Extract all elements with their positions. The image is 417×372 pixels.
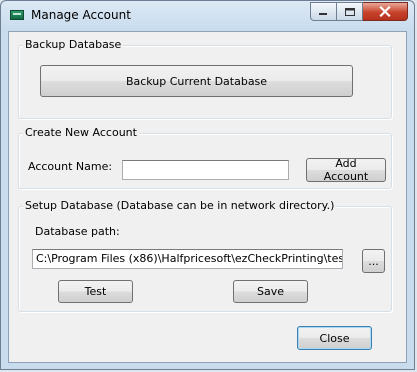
minimize-button[interactable]	[310, 2, 337, 21]
close-icon	[379, 6, 391, 17]
test-button[interactable]: Test	[58, 280, 133, 303]
backup-database-group-title: Backup Database	[23, 38, 124, 52]
backup-database-group: Backup Database Backup Current Database	[18, 38, 392, 119]
window-close-button[interactable]	[363, 2, 408, 21]
manage-account-window: Manage Account Backup Database Backup Cu…	[0, 0, 415, 370]
maximize-icon	[344, 7, 355, 16]
save-button[interactable]: Save	[233, 280, 308, 303]
create-new-account-group-title: Create New Account	[23, 126, 139, 140]
database-path-input[interactable]: C:\Program Files (x86)\Halfpricesoft\ezC…	[32, 249, 343, 269]
title-bar[interactable]: Manage Account	[1, 1, 414, 31]
setup-database-group-title: Setup Database (Database can be in netwo…	[23, 199, 337, 213]
browse-button[interactable]: ...	[362, 249, 385, 273]
window-title: Manage Account	[31, 8, 131, 22]
close-button[interactable]: Close	[297, 326, 372, 350]
app-icon	[10, 10, 24, 20]
account-name-label: Account Name:	[28, 160, 113, 173]
caption-buttons	[310, 2, 408, 22]
database-path-label: Database path:	[35, 225, 120, 238]
create-new-account-group: Create New Account Account Name: Add Acc…	[18, 126, 392, 189]
setup-database-group: Setup Database (Database can be in netwo…	[18, 199, 392, 312]
add-account-button[interactable]: Add Account	[306, 157, 386, 183]
dialog-client-area: Backup Database Backup Current Database …	[8, 31, 407, 363]
account-name-input[interactable]	[122, 160, 289, 180]
backup-current-database-button[interactable]: Backup Current Database	[40, 65, 353, 97]
minimize-icon	[319, 12, 327, 15]
maximize-button[interactable]	[337, 2, 363, 21]
